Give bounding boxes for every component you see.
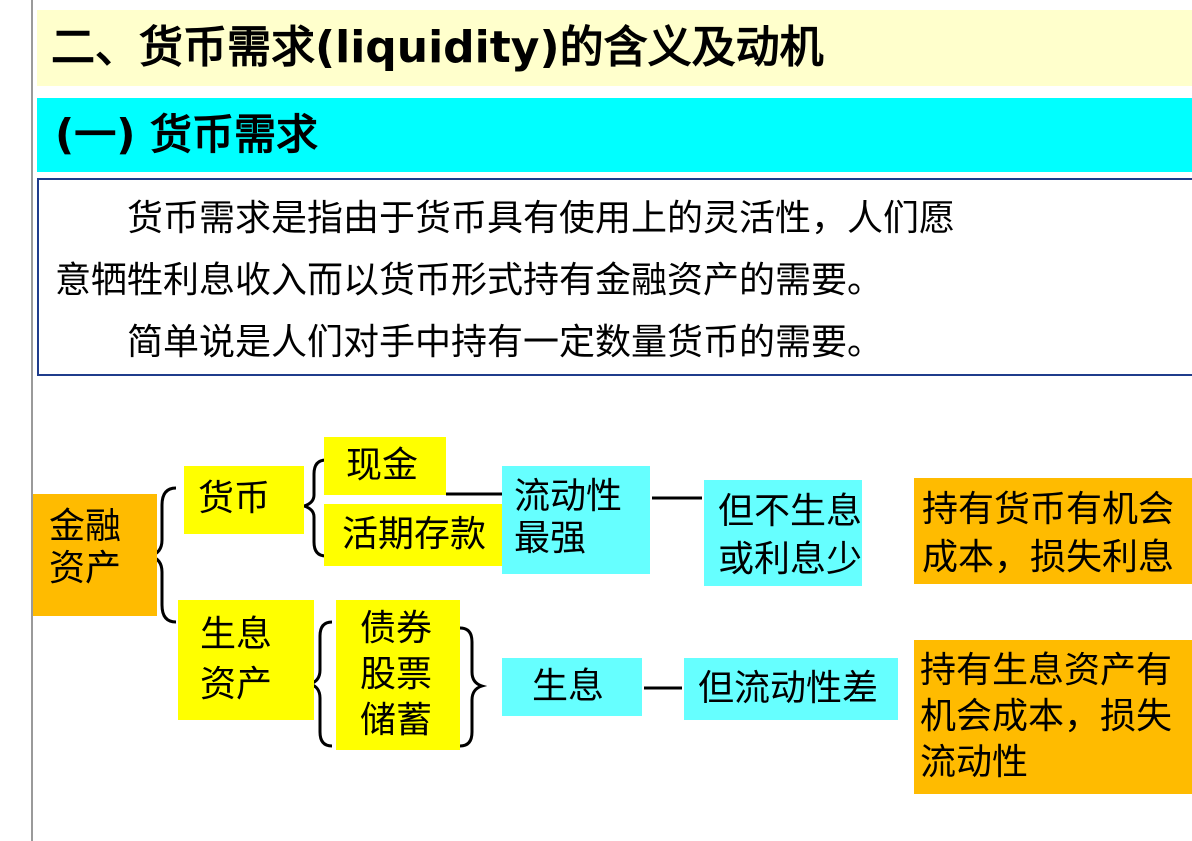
cash-label: 现金 — [346, 445, 419, 486]
interest-cost-line-1: 持有生息资产有 — [920, 650, 1173, 691]
interest-cost-line-3: 流动性 — [920, 742, 1029, 783]
money-liquidity-line-2: 最强 — [514, 518, 587, 559]
interest-assets-line-1: 生息 — [200, 614, 273, 655]
interest-property-node: 生息 — [502, 658, 642, 716]
interest-assets-node: 生息 资产 — [178, 600, 314, 720]
interest-property-label: 生息 — [532, 666, 605, 707]
instrument-savings: 储蓄 — [360, 700, 433, 741]
interest-assets-line-2: 资产 — [200, 664, 273, 705]
money-tradeoff-line-1: 但不生息 — [718, 491, 863, 532]
cash-node: 现金 — [324, 437, 446, 495]
demand-deposit-node: 活期存款 — [324, 504, 508, 566]
interest-assets-right-brace — [459, 626, 488, 748]
root-label-line-1: 金融 — [49, 506, 122, 547]
money-liquidity-node: 流动性 最强 — [502, 466, 650, 574]
interest-tradeoff-node: 但流动性差 — [684, 658, 898, 720]
money-brace — [298, 458, 327, 558]
interest-tradeoff-label: 但流动性差 — [698, 668, 879, 709]
interest-cost-node: 持有生息资产有 机会成本，损失 流动性 — [914, 640, 1192, 794]
money-cost-line-2: 成本，损失利息 — [922, 537, 1175, 578]
money-cost-line-1: 持有货币有机会 — [922, 489, 1175, 530]
money-node: 货币 — [184, 466, 304, 534]
money-tradeoff-line-2: 或利息少 — [718, 539, 863, 580]
root-financial-assets: 金融 资产 — [33, 494, 157, 616]
money-liquidity-line-1: 流动性 — [514, 476, 623, 517]
money-label: 货币 — [198, 478, 271, 519]
root-label-line-2: 资产 — [49, 548, 122, 589]
money-tradeoff-node: 但不生息 或利息少 — [704, 480, 862, 586]
instrument-stocks: 股票 — [360, 654, 433, 695]
instruments-node: 债券 股票 储蓄 — [336, 600, 460, 750]
instrument-bonds: 债券 — [360, 608, 433, 649]
interest-cost-line-2: 机会成本，损失 — [920, 696, 1173, 737]
demand-deposit-label: 活期存款 — [342, 514, 487, 555]
money-cost-node: 持有货币有机会 成本，损失利息 — [914, 478, 1192, 584]
